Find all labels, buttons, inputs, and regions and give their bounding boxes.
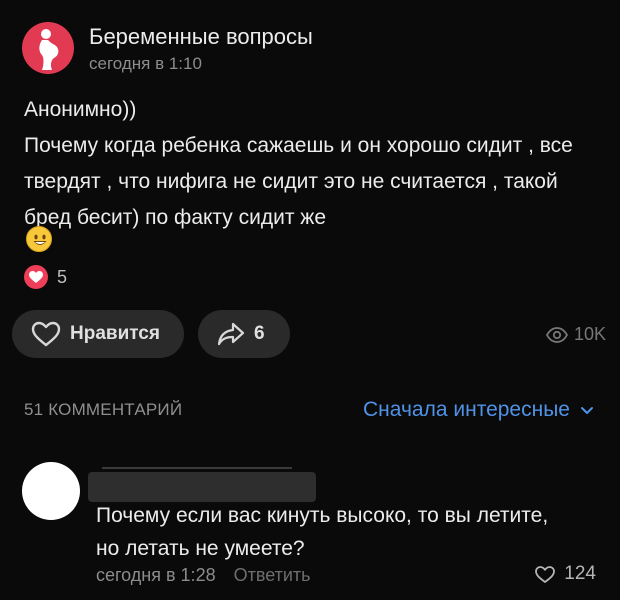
comment-sort-dropdown[interactable]: Сначала интересные [363,398,594,422]
comment-like-count: 124 [564,563,596,584]
commenter-name-redacted [88,472,316,502]
group-name[interactable]: Беременные вопросы [89,24,313,50]
sort-label: Сначала интересные [363,398,570,421]
commenter-name-redacted-line [102,467,292,469]
post-text-line-2: Почему когда ребенка сажаешь и он хорошо… [24,134,573,229]
like-label: Нравится [70,323,160,344]
share-button[interactable]: 6 [198,310,290,358]
share-count: 6 [254,323,265,344]
views-counter: 10K [545,324,606,345]
eye-icon [545,326,568,343]
reaction-count[interactable]: 5 [57,267,67,288]
comment-like-button[interactable]: 124 [534,563,596,585]
smiling-face-emoji-icon [26,226,52,252]
post-text: Анонимно)) Почему когда ребенка сажаешь … [24,92,604,236]
reply-button[interactable]: Ответить [234,565,311,586]
commenter-avatar[interactable] [22,462,80,520]
heart-reaction-icon[interactable] [24,265,48,289]
post-timestamp: сегодня в 1:10 [89,54,202,73]
like-button[interactable]: Нравится [12,310,184,358]
views-count: 10K [573,324,606,344]
pregnant-silhouette-icon [39,29,59,70]
comment-text: Почему если вас кинуть высоко, то вы лет… [96,504,549,560]
group-avatar[interactable] [22,22,74,74]
comment-meta: сегодня в 1:28 Ответить [96,565,311,586]
comments-count: 51 КОММЕНТАРИЙ [24,400,183,419]
share-arrow-icon [217,322,245,346]
heart-outline-icon [535,565,556,583]
post-text-line-1: Анонимно)) [24,98,137,121]
chevron-down-icon [581,406,593,414]
heart-outline-icon [31,321,61,347]
comment-timestamp: сегодня в 1:28 [96,565,216,585]
